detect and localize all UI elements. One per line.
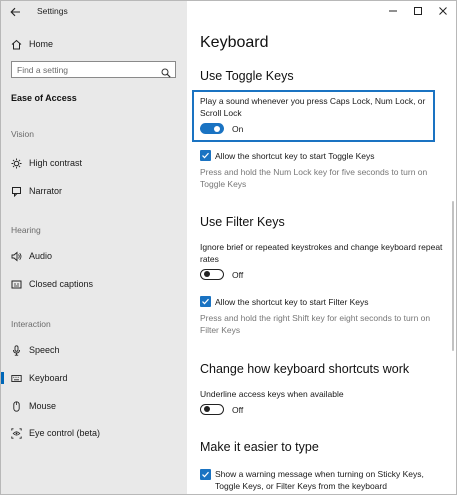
keyboard-icon [10,372,22,384]
group-heading-vision: Vision [11,129,34,139]
sidebar-item-narrator[interactable]: Narrator [1,180,187,202]
section-title: Ease of Access [11,93,77,103]
shortcuts-heading: Change how keyboard shortcuts work [200,362,410,376]
window-title: Settings [37,6,68,16]
back-button[interactable] [7,4,23,20]
toggle-keys-shortcut-checkbox[interactable] [200,150,211,161]
main-content: Keyboard Use Toggle Keys Play a sound wh… [187,1,456,494]
sidebar-item-label: Home [29,39,54,49]
sidebar-item-label: Eye control (beta) [29,428,101,438]
toggle-keys-shortcut-label: Allow the shortcut key to start Toggle K… [215,151,375,161]
closed-captions-icon [10,278,22,290]
filter-keys-heading: Use Filter Keys [200,215,285,229]
toggle-keys-hint: Press and hold the Num Lock key for five… [200,167,428,189]
sidebar-item-high-contrast[interactable]: High contrast [1,152,187,174]
microphone-icon [10,344,22,356]
back-arrow-icon [9,7,20,17]
mouse-icon [10,400,22,412]
sidebar-item-label: High contrast [29,158,83,168]
filter-keys-hint: Press and hold the right Shift key for e… [200,313,431,335]
sidebar-item-closed-captions[interactable]: Closed captions [1,273,187,295]
narrator-icon [10,185,22,197]
close-icon [439,7,447,15]
shortcuts-description: Underline access keys when available [200,389,344,399]
sidebar-item-home[interactable]: Home [1,33,187,55]
group-heading-hearing: Hearing [11,225,41,235]
sidebar-item-label: Speech [29,345,60,355]
warning-message-label: Show a warning message when turning on S… [215,469,424,491]
toggle-keys-heading: Use Toggle Keys [200,69,294,83]
minimize-button[interactable] [383,3,403,19]
filter-keys-state: Off [232,270,244,280]
group-heading-interaction: Interaction [11,319,51,329]
high-contrast-icon [10,157,22,169]
sidebar-item-speech[interactable]: Speech [1,339,187,361]
warning-message-checkbox[interactable] [200,469,211,480]
toggle-keys-description: Play a sound whenever you press Caps Loc… [200,96,426,118]
titlebar-left: Settings [1,1,187,23]
close-button[interactable] [433,3,453,19]
search-field[interactable] [11,61,176,78]
home-icon [10,38,22,50]
maximize-icon [414,7,422,15]
minimize-icon [389,10,397,12]
sidebar-item-keyboard[interactable]: Keyboard [1,367,187,389]
sidebar-item-eye-control[interactable]: Eye control (beta) [1,422,187,444]
filter-keys-description: Ignore brief or repeated keystrokes and … [200,242,443,264]
search-input[interactable] [17,63,157,76]
toggle-keys-switch[interactable] [200,123,224,134]
page-title: Keyboard [200,34,269,51]
sidebar-item-label: Audio [29,251,53,261]
checkmark-icon [202,471,209,478]
typing-heading: Make it easier to type [200,440,319,454]
filter-keys-shortcut-checkbox[interactable] [200,296,211,307]
sidebar: Settings Home Ease of Access Vision High… [1,1,187,494]
speaker-icon [10,250,22,262]
sidebar-item-label: Mouse [29,401,57,411]
scrollbar[interactable] [452,201,454,351]
sidebar-item-audio[interactable]: Audio [1,245,187,267]
toggle-keys-state: On [232,124,244,134]
search-icon [161,65,171,78]
toggle-knob [204,406,210,412]
filter-keys-switch[interactable] [200,269,224,280]
maximize-button[interactable] [408,3,428,19]
filter-keys-shortcut-label: Allow the shortcut key to start Filter K… [215,297,369,307]
settings-window: Settings Home Ease of Access Vision High… [0,0,457,495]
checkmark-icon [202,298,209,305]
sidebar-item-label: Narrator [29,186,63,196]
toggle-knob [214,125,220,132]
checkmark-icon [202,152,209,159]
sidebar-item-mouse[interactable]: Mouse [1,395,187,417]
sidebar-item-label: Keyboard [29,373,68,383]
sidebar-item-label: Closed captions [29,279,94,289]
toggle-knob [204,271,210,277]
eye-control-icon [10,427,22,439]
underline-access-keys-state: Off [232,405,244,415]
underline-access-keys-switch[interactable] [200,404,224,415]
